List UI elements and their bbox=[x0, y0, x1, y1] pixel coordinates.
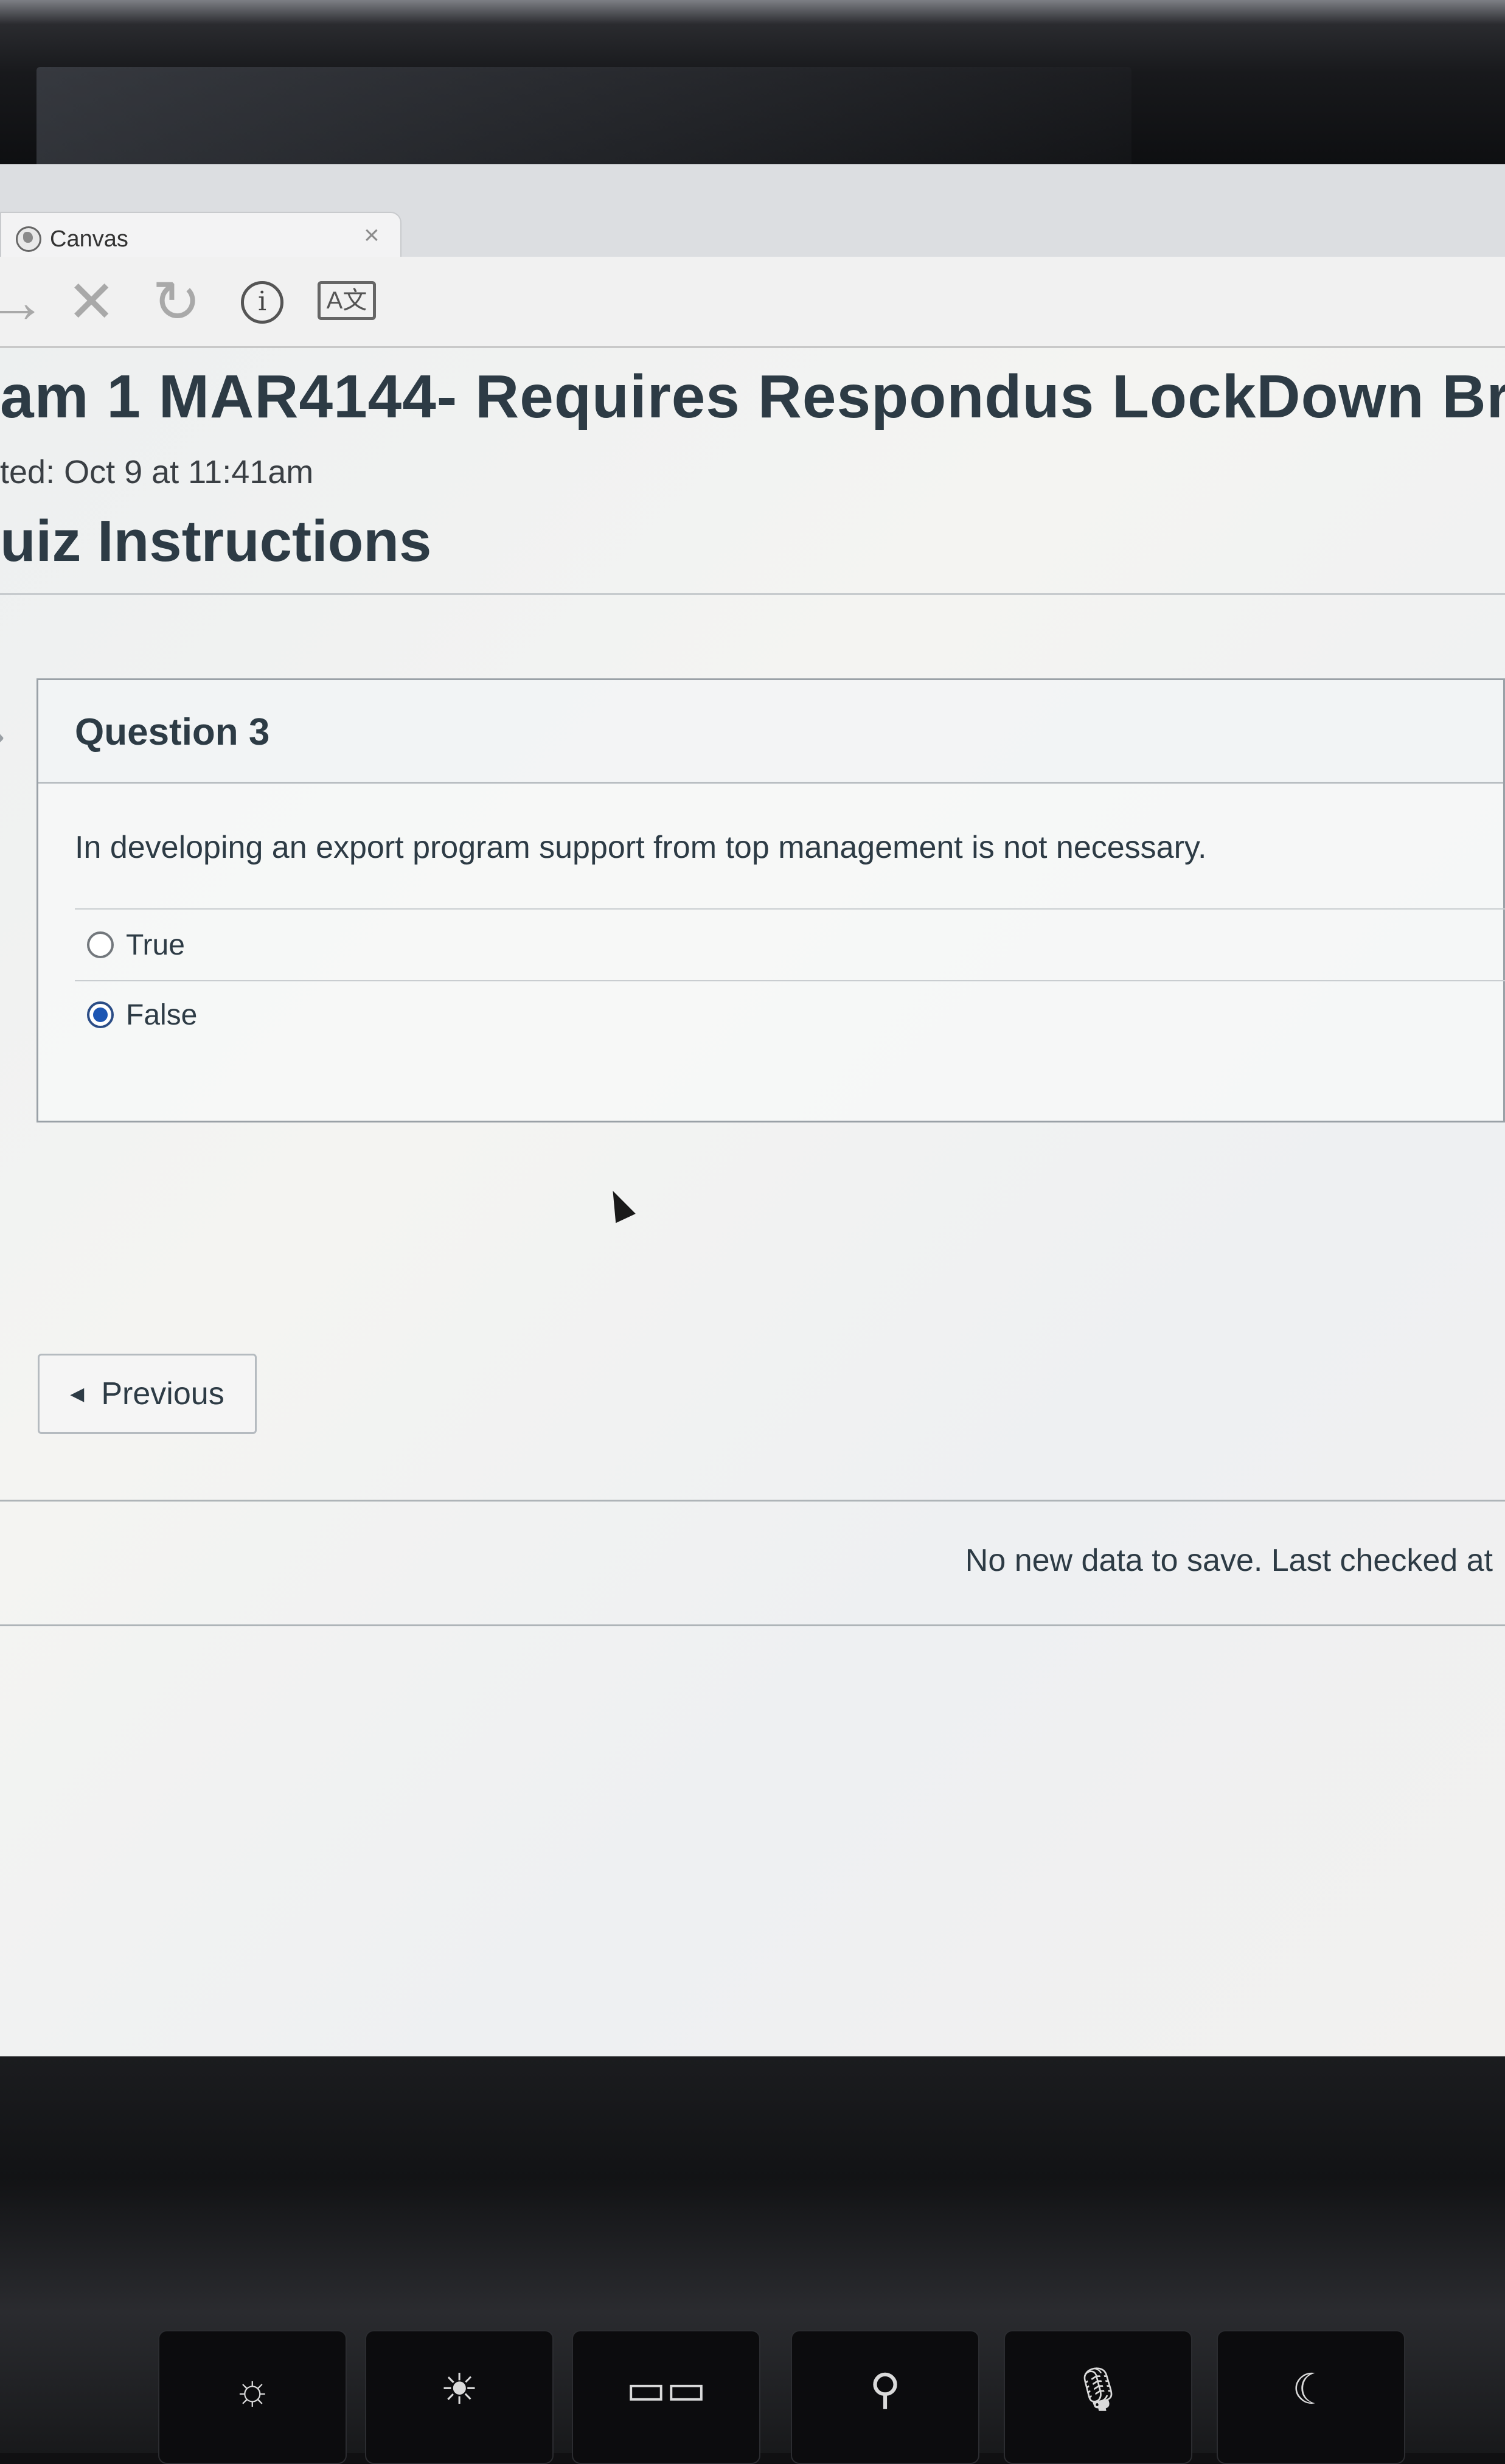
browser-toolbar: → ✕ ↻ i A文 bbox=[0, 257, 1505, 348]
do-not-disturb-key-icon[interactable]: ☾ bbox=[1217, 2330, 1405, 2464]
tab-title: Canvas bbox=[50, 226, 128, 252]
flag-question-icon[interactable]: › bbox=[0, 711, 5, 759]
divider bbox=[0, 593, 1505, 595]
question-text: In developing an export program support … bbox=[75, 830, 1207, 865]
divider bbox=[0, 1500, 1505, 1502]
mission-control-key-icon[interactable]: ▭▭ bbox=[572, 2330, 760, 2464]
laptop-top-bezel bbox=[0, 0, 1505, 173]
answer-option-false[interactable]: False bbox=[87, 990, 197, 1039]
bezel-reflection bbox=[36, 67, 1131, 170]
quiz-started-time: ted: Oct 9 at 11:41am bbox=[0, 454, 314, 490]
canvas-favicon-icon bbox=[16, 226, 41, 252]
quiz-instructions-heading: uiz Instructions bbox=[0, 509, 432, 574]
reload-icon[interactable]: ↻ bbox=[152, 273, 201, 332]
radio-true[interactable] bbox=[87, 931, 114, 958]
translate-icon[interactable]: A文 bbox=[318, 281, 376, 320]
radio-false-selected[interactable] bbox=[87, 1001, 114, 1028]
dictation-key-icon[interactable]: 🎙 bbox=[1004, 2330, 1192, 2464]
previous-label: Previous bbox=[101, 1376, 224, 1411]
divider bbox=[0, 1624, 1505, 1626]
spotlight-search-key-icon[interactable]: ⚲ bbox=[791, 2330, 979, 2464]
brightness-up-key-icon[interactable]: ☀ bbox=[365, 2330, 554, 2464]
question-header: › Question 3 bbox=[0, 680, 1503, 784]
browser-tab-bar: Canvas × bbox=[0, 164, 1505, 260]
quiz-title: am 1 MAR4144- Requires Respondus LockDow… bbox=[0, 363, 1505, 431]
tab-close-icon[interactable]: × bbox=[364, 220, 380, 251]
previous-button[interactable]: ◀ Previous bbox=[38, 1354, 257, 1434]
browser-tab[interactable]: Canvas × bbox=[0, 212, 401, 260]
caret-left-icon: ◀ bbox=[70, 1383, 85, 1404]
answer-label: False bbox=[126, 998, 198, 1031]
forward-arrow-icon[interactable]: → bbox=[0, 273, 46, 332]
brightness-down-key-icon[interactable]: ☼ bbox=[158, 2330, 347, 2464]
answer-option-true[interactable]: True bbox=[87, 921, 185, 969]
question-card: › Question 3 In developing an export pro… bbox=[0, 678, 1505, 1122]
answer-divider bbox=[75, 980, 1505, 981]
answer-label: True bbox=[126, 928, 185, 961]
laptop-screen: Canvas × → ✕ ↻ i A文 am 1 MAR4144- Requir… bbox=[0, 164, 1505, 2056]
mouse-pointer-icon bbox=[603, 1186, 636, 1223]
autosave-status: No new data to save. Last checked at bbox=[965, 1543, 1493, 1578]
question-number: Question 3 bbox=[75, 711, 270, 753]
info-icon[interactable]: i bbox=[241, 281, 283, 324]
stop-icon[interactable]: ✕ bbox=[67, 273, 116, 332]
keyboard-function-row: ☼ ☀ ▭▭ ⚲ 🎙 ☾ bbox=[0, 2312, 1505, 2464]
answer-divider bbox=[75, 908, 1505, 910]
